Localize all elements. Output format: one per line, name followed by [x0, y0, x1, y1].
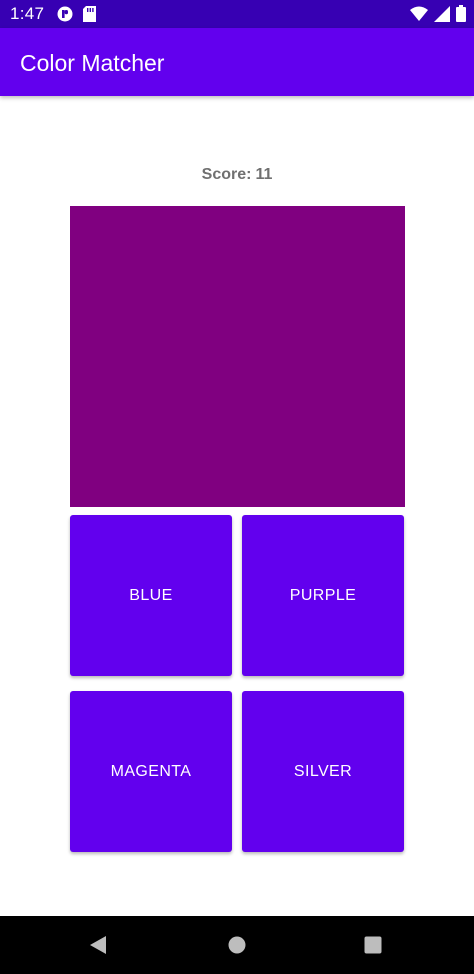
answer-button-silver[interactable]: SILVER [242, 691, 404, 852]
color-swatch [70, 206, 405, 507]
status-notification-icons [57, 6, 96, 27]
status-system-icons [410, 5, 466, 27]
answer-button-purple[interactable]: PURPLE [242, 515, 404, 676]
score-display: Score: 11 [0, 166, 474, 184]
app-bar: Color Matcher [0, 28, 474, 96]
home-icon[interactable] [228, 936, 246, 959]
answer-button-magenta[interactable]: MAGENTA [70, 691, 232, 852]
notification-icon [57, 6, 73, 27]
app-title: Color Matcher [20, 50, 165, 76]
sd-card-icon [83, 6, 96, 27]
back-icon[interactable] [88, 935, 108, 960]
status-time: 1:47 [10, 4, 45, 23]
recents-icon[interactable] [364, 936, 382, 959]
battery-icon [456, 5, 466, 27]
score-label: Score: [201, 166, 252, 183]
navigation-bar [0, 916, 474, 974]
wifi-icon [410, 6, 428, 27]
status-bar: 1:47 [0, 0, 474, 28]
answer-button-blue[interactable]: BLUE [70, 515, 232, 676]
score-value: 11 [255, 166, 273, 183]
cellular-signal-icon [434, 5, 450, 27]
